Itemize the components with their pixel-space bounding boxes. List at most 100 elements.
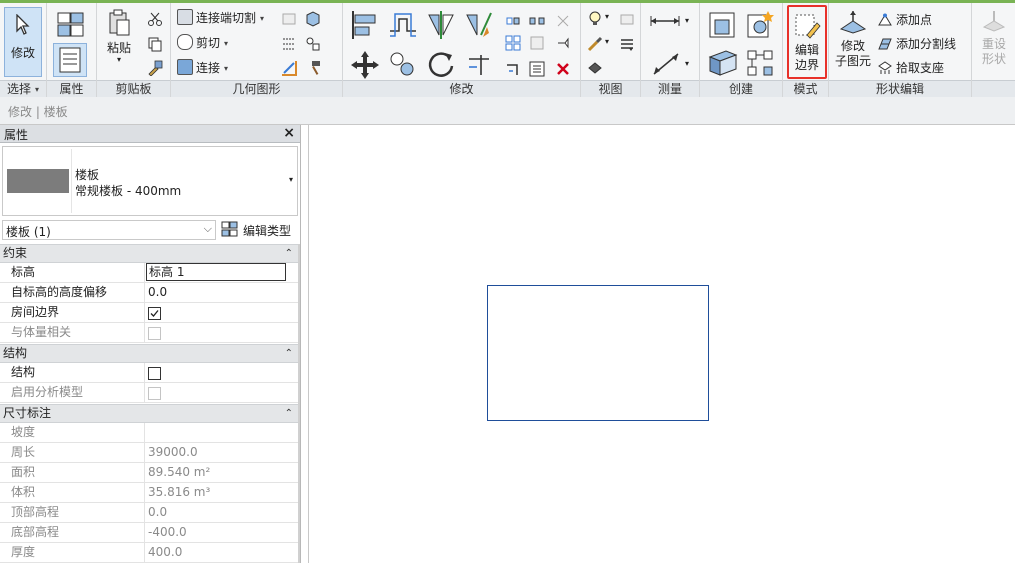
create-group-icon[interactable] <box>744 47 776 79</box>
unpin-icon[interactable] <box>555 13 571 29</box>
reset-shape-button[interactable]: 重设 形状 <box>975 9 1013 79</box>
panel-select-label[interactable]: 选择 ▾ <box>0 80 46 97</box>
close-icon[interactable]: × <box>283 125 295 141</box>
properties-title-bar[interactable]: 属性 × <box>0 125 300 143</box>
delete-icon[interactable] <box>555 61 571 77</box>
create-similar-icon[interactable] <box>706 47 740 79</box>
pick-supports-label: 拾取支座 <box>896 61 945 75</box>
collapse-icon: ⌃ <box>284 348 293 359</box>
join-cut-button[interactable]: 连接端切割 ▾ <box>177 9 264 28</box>
thickness-label: 厚度 <box>0 543 145 562</box>
type-dropdown-caret-icon[interactable]: ▾ <box>289 175 293 184</box>
paint-icon[interactable] <box>305 36 321 52</box>
trim-multiple-icon[interactable] <box>529 61 545 77</box>
add-point-button[interactable]: 添加点 <box>877 11 932 29</box>
pick-supports-button[interactable]: 拾取支座 <box>877 59 944 77</box>
room-bounding-checkbox[interactable] <box>148 307 161 320</box>
prop-row-room-bounding[interactable]: 房间边界 <box>0 303 298 323</box>
match-properties-icon[interactable] <box>147 60 163 76</box>
modify-subelements-label-2: 子图元 <box>834 54 871 68</box>
group-structure[interactable]: 结构 ⌃ <box>0 344 298 363</box>
scissors-icon[interactable] <box>147 11 163 27</box>
trim-extend-icon[interactable] <box>463 49 495 81</box>
pin-icon[interactable] <box>555 35 571 51</box>
rotate-icon[interactable] <box>425 49 457 81</box>
edit-type-button[interactable]: 编辑类型 <box>221 219 299 241</box>
scale-icon[interactable] <box>529 35 545 51</box>
add-split-line-button[interactable]: 添加分割线 <box>877 35 956 53</box>
level-field[interactable]: 标高 1 <box>146 263 286 281</box>
mirror-draw-icon[interactable] <box>463 9 495 41</box>
area-value: 89.540 m² <box>148 465 211 479</box>
trim-corner-icon[interactable] <box>505 61 521 77</box>
panel-measure-label: 测量 <box>641 80 699 97</box>
height-offset-value[interactable]: 0.0 <box>148 283 288 302</box>
related-mass-label: 与体量相关 <box>0 323 145 342</box>
copy-element-icon[interactable] <box>387 49 419 81</box>
linework-icon[interactable] <box>619 36 635 52</box>
modify-button-label: 修改 <box>10 46 35 60</box>
slab-outline[interactable] <box>487 285 709 421</box>
panel-shape-edit: 修改 子图元 添加点 添加分割线 拾取支座 形状编辑 <box>829 3 972 97</box>
wall-profile-icon[interactable] <box>305 11 321 27</box>
prop-row-level[interactable]: 标高 标高 1 <box>0 263 298 283</box>
align-icon[interactable] <box>349 9 381 41</box>
prop-row-thickness: 厚度 400.0 <box>0 543 298 563</box>
prop-row-height-offset[interactable]: 自标高的高度偏移 0.0 <box>0 283 298 303</box>
create-assembly-icon[interactable] <box>706 9 738 41</box>
cut-geometry-button[interactable]: 剪切 ▾ <box>177 34 228 53</box>
type-thumbnail <box>5 149 72 213</box>
group-dimensions[interactable]: 尺寸标注 ⌃ <box>0 404 298 423</box>
modify-subelements-button[interactable]: 修改 子图元 <box>833 7 873 79</box>
join-cut-icon <box>177 9 193 25</box>
array-icon[interactable] <box>505 35 521 51</box>
hammer-icon[interactable] <box>305 60 321 76</box>
structural-checkbox[interactable] <box>148 367 161 380</box>
drawing-canvas[interactable] <box>308 125 1015 563</box>
edit-boundary-label-1: 编辑 <box>794 43 819 57</box>
copy-icon[interactable] <box>147 36 163 52</box>
analytical-model-label: 启用分析模型 <box>0 383 145 402</box>
paste-button[interactable]: 粘贴 ▾ <box>101 9 137 75</box>
move-small-icon[interactable] <box>505 13 521 29</box>
prop-row-structural[interactable]: 结构 <box>0 363 298 383</box>
aligned-dimension-icon[interactable] <box>651 51 681 77</box>
demolish-icon[interactable] <box>281 60 297 76</box>
reset-shape-label-1: 重设 <box>981 37 1006 51</box>
palette-scrollbar[interactable] <box>298 244 300 563</box>
cut-geometry-icon <box>177 34 193 50</box>
type-properties-button[interactable] <box>55 9 85 39</box>
measure-distance-icon[interactable] <box>649 13 683 29</box>
options-bar: 修改 | 楼板 <box>0 97 1015 125</box>
panel-mode-label: 模式 <box>783 80 828 97</box>
type-selector[interactable]: 楼板 常规楼板 - 400mm ▾ <box>2 146 298 216</box>
reset-shape-icon <box>982 11 1006 32</box>
join-geometry-button[interactable]: 连接 ▾ <box>177 59 228 78</box>
pick-supports-icon <box>878 61 892 74</box>
brush-icon[interactable] <box>587 36 603 52</box>
create-parts-icon[interactable] <box>744 9 776 41</box>
lightbulb-icon[interactable] <box>587 11 603 27</box>
move-icon[interactable] <box>349 49 381 81</box>
perimeter-label: 周长 <box>0 443 145 462</box>
panel-create: 创建 <box>700 3 783 97</box>
hide-view-icon[interactable] <box>619 11 635 27</box>
reset-shape-label-2: 形状 <box>981 52 1006 66</box>
family-name: 楼板 <box>75 168 100 182</box>
group-constraints[interactable]: 约束 ⌃ <box>0 244 298 263</box>
properties-toggle-button[interactable] <box>53 43 87 77</box>
mirror-axis-icon[interactable] <box>425 9 457 41</box>
thickness-value: 400.0 <box>148 545 183 559</box>
edit-boundary-button[interactable]: 编辑 边界 <box>787 5 827 79</box>
modify-button[interactable]: 修改 <box>4 7 42 77</box>
split-face-icon[interactable] <box>281 36 297 52</box>
offset-icon[interactable] <box>387 9 419 41</box>
split-gap-icon[interactable] <box>529 13 545 29</box>
override-graphics-icon[interactable] <box>587 60 603 76</box>
instance-filter-dropdown[interactable]: 楼板 (1) ⌵ <box>2 220 216 240</box>
wall-joins-icon[interactable] <box>281 11 297 27</box>
checkmark-icon <box>150 310 159 317</box>
edit-boundary-icon <box>795 14 821 39</box>
modify-subelements-icon <box>839 11 867 34</box>
panel-geometry: 连接端切割 ▾ 剪切 ▾ 连接 ▾ 几何图形 <box>171 3 343 97</box>
